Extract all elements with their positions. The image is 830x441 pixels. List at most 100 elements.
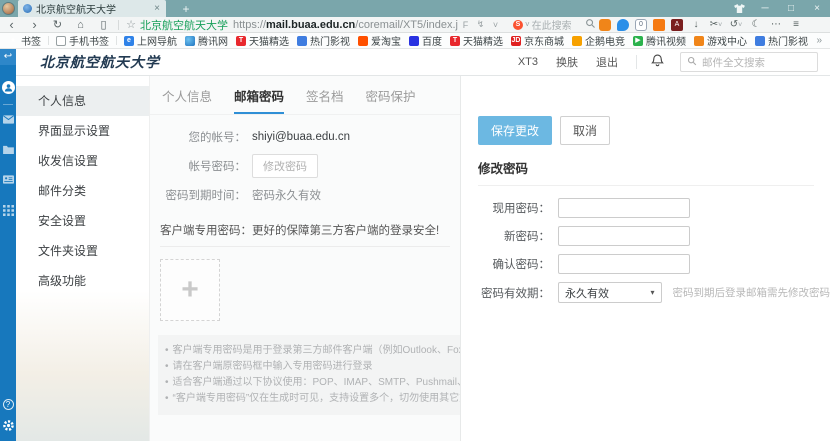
engine-caret-icon[interactable]: ˅ bbox=[525, 20, 530, 29]
game-center-icon bbox=[694, 35, 704, 46]
chevron-down-icon[interactable]: ˅ bbox=[488, 20, 503, 30]
cancel-button[interactable]: 取消 bbox=[560, 116, 611, 145]
note-text: 请在客户端原密码框中输入专用密码进行登录 bbox=[172, 361, 373, 372]
sidebar-background-image bbox=[16, 291, 149, 441]
current-password-label: 现用密码： bbox=[492, 203, 551, 215]
sidebar-item-mail-sorting[interactable]: 邮件分类 bbox=[16, 176, 149, 206]
screenshot-scissors-icon[interactable]: ✂˅ bbox=[706, 19, 726, 30]
notification-bell-icon[interactable] bbox=[651, 54, 664, 70]
browser-tab-active[interactable]: 北京航空航天大学 × bbox=[18, 0, 166, 17]
bookmarks-overflow-icon[interactable]: » bbox=[816, 35, 822, 46]
menu-icon[interactable]: ≡ bbox=[786, 19, 806, 30]
search-icon[interactable] bbox=[585, 18, 596, 32]
undo-history-icon[interactable]: ↺˅ bbox=[726, 19, 746, 30]
pdf-extension-icon[interactable]: A bbox=[671, 18, 683, 31]
tmall-icon: T bbox=[450, 35, 460, 46]
bookmark-item[interactable]: 企鹅电竞 bbox=[572, 33, 625, 48]
save-changes-button[interactable]: 保存更改 bbox=[478, 116, 553, 145]
reading-list-icon[interactable]: ▯ bbox=[92, 18, 115, 31]
bird-extension-icon[interactable] bbox=[617, 18, 629, 31]
apps-grid-nav-icon[interactable] bbox=[2, 205, 14, 219]
sidebar-item-folders[interactable]: 文件夹设置 bbox=[16, 236, 149, 266]
new-tab-button[interactable]: + bbox=[175, 2, 197, 16]
sidebar-item-security[interactable]: 安全设置 bbox=[16, 206, 149, 236]
folder-nav-icon[interactable] bbox=[2, 145, 14, 157]
search-engine-icon[interactable]: S bbox=[513, 19, 523, 30]
tmall-icon: T bbox=[236, 35, 246, 46]
tab-personal-info[interactable]: 个人信息 bbox=[162, 86, 212, 114]
scissors-glyph: ✂ bbox=[709, 19, 719, 30]
mail-search-box[interactable]: 邮件全文搜索 bbox=[680, 52, 818, 72]
bookmark-item[interactable]: e 上网导航 bbox=[124, 33, 177, 48]
add-client-password-button[interactable]: + bbox=[160, 259, 220, 321]
quick-search-box[interactable]: S ˅ 在此搜索 bbox=[513, 17, 585, 32]
more-icon[interactable]: ⋯ bbox=[766, 19, 786, 30]
sidebar-item-personal-info[interactable]: 个人信息 bbox=[16, 86, 149, 116]
browser-profile-avatar[interactable] bbox=[2, 2, 15, 15]
browser-skin-icon[interactable] bbox=[726, 3, 752, 14]
bookmark-item[interactable]: JD 京东商城 bbox=[511, 33, 564, 48]
bookmark-item[interactable]: 腾讯网 bbox=[185, 33, 228, 48]
contacts-nav-icon[interactable] bbox=[2, 175, 14, 187]
skin-link[interactable]: 换肤 bbox=[556, 54, 578, 70]
bookmark-item[interactable]: ▶ 腾讯视频 bbox=[633, 33, 686, 48]
new-password-row: 新密码： bbox=[478, 226, 830, 246]
game-extension-icon[interactable] bbox=[599, 18, 611, 31]
xt3-link[interactable]: XT3 bbox=[518, 56, 538, 68]
current-password-input[interactable] bbox=[558, 198, 690, 218]
back-to-mail-icon[interactable]: ↩ bbox=[0, 49, 16, 65]
new-password-input[interactable] bbox=[558, 226, 690, 246]
bookmark-item[interactable]: T 天猫精选 bbox=[236, 33, 289, 48]
translate-icon[interactable]: F bbox=[458, 20, 473, 30]
bookmark-item[interactable]: 爱淘宝 bbox=[358, 33, 401, 48]
maximize-button[interactable]: □ bbox=[778, 3, 804, 14]
profile-nav-icon[interactable] bbox=[1, 81, 15, 94]
bookmark-label: 爱淘宝 bbox=[371, 37, 401, 48]
tab-signature[interactable]: 签名档 bbox=[306, 86, 344, 114]
mail-search-placeholder: 邮件全文搜索 bbox=[702, 56, 765, 69]
home-icon[interactable]: ⌂ bbox=[69, 19, 92, 31]
back-icon[interactable]: ‹ bbox=[0, 17, 23, 32]
shop-extension-icon[interactable] bbox=[653, 18, 665, 31]
bookmark-item[interactable]: 热门影视 bbox=[297, 33, 350, 48]
compat-mode-icon[interactable]: ↯ bbox=[473, 19, 488, 30]
forward-icon[interactable]: › bbox=[23, 17, 46, 32]
close-button[interactable]: × bbox=[804, 3, 830, 14]
settings-gear-icon[interactable] bbox=[2, 419, 15, 435]
mail-nav-icon[interactable] bbox=[2, 115, 14, 127]
message-extension-icon[interactable]: 0 bbox=[635, 18, 647, 31]
refresh-icon[interactable]: ↻ bbox=[46, 18, 69, 31]
bookmark-label: 天猫精选 bbox=[249, 37, 289, 48]
confirm-password-input[interactable] bbox=[558, 254, 690, 274]
bookmark-item[interactable]: ★ 书签 bbox=[8, 33, 41, 49]
mail-page: ↩ ? 北京航空航天大学 XT3 换肤 退出 邮件全文搜索 个人信息 界面显示设… bbox=[0, 49, 830, 441]
bookmark-item[interactable]: 百度 bbox=[409, 33, 442, 48]
help-icon[interactable]: ? bbox=[2, 399, 14, 410]
logout-link[interactable]: 退出 bbox=[596, 54, 618, 70]
bookmark-item[interactable]: T 天猫精选 bbox=[450, 33, 503, 48]
bookmark-items: ★ 书签 手机书签 e 上网导航 腾讯网 T 天猫精选 热门影视 爱淘宝 百度 T 天猫… bbox=[4, 33, 812, 49]
bookmark-item[interactable]: 游戏中心 bbox=[694, 33, 747, 48]
night-mode-icon[interactable]: ☾ bbox=[746, 19, 766, 30]
phone-icon bbox=[56, 35, 66, 46]
url-text[interactable]: https://mail.buaa.edu.cn/coremail/XT5/in… bbox=[233, 19, 458, 31]
tab-mailbox-password[interactable]: 邮箱密码 bbox=[234, 86, 285, 114]
change-password-button[interactable]: 修改密码 bbox=[252, 154, 318, 178]
validity-select[interactable]: 永久有效 ▾ bbox=[558, 282, 662, 303]
account-email: shiyi@buaa.edu.cn bbox=[252, 131, 350, 143]
video-site-icon bbox=[755, 35, 765, 46]
minimize-button[interactable]: ─ bbox=[752, 3, 778, 14]
sidebar-item-display[interactable]: 界面显示设置 bbox=[16, 116, 149, 146]
quick-search-placeholder: 在此搜索 bbox=[531, 21, 572, 32]
search-icon bbox=[687, 56, 697, 69]
download-icon[interactable]: ↓ bbox=[686, 19, 706, 30]
bookmark-label: 手机书签 bbox=[69, 37, 109, 48]
client-password-title: 客户端专用密码：更好的保障第三方客户端的登录安全! bbox=[160, 222, 450, 247]
tab-password-protection[interactable]: 密码保护 bbox=[366, 86, 416, 114]
bookmark-star-icon[interactable]: ☆ bbox=[122, 18, 140, 31]
tab-close-icon[interactable]: × bbox=[153, 3, 161, 14]
bookmark-item[interactable]: 手机书签 bbox=[56, 33, 109, 48]
bookmark-label: 京东商城 bbox=[524, 37, 564, 48]
bookmark-item[interactable]: 热门影视 bbox=[755, 33, 808, 48]
sidebar-item-send-receive[interactable]: 收发信设置 bbox=[16, 146, 149, 176]
